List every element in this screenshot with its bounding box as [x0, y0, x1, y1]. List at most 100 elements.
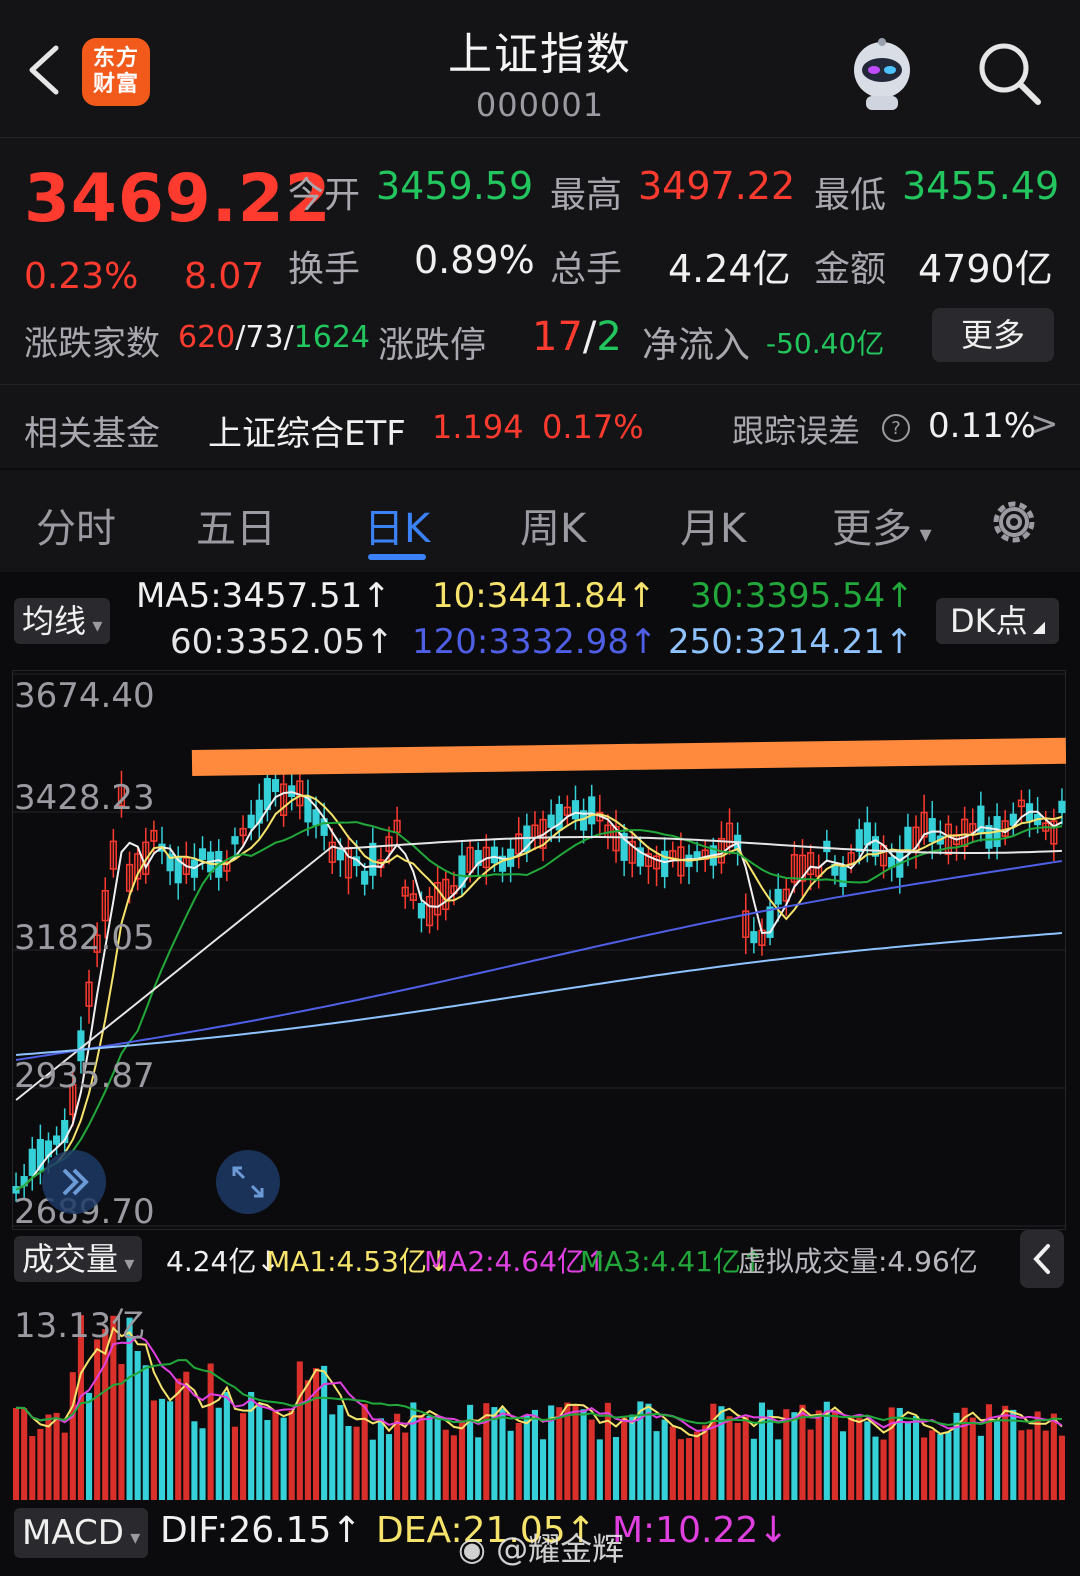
volume-bar — [596, 1439, 603, 1500]
volume-bar — [53, 1412, 60, 1500]
candle — [490, 846, 498, 864]
volume-bar — [394, 1413, 401, 1500]
volume-bar — [442, 1429, 449, 1500]
netflow-value: -50.40亿 — [766, 327, 885, 360]
candle — [588, 796, 596, 825]
chevron-left-icon[interactable] — [1020, 1230, 1064, 1288]
volume-bar — [296, 1361, 303, 1500]
volume-bar — [475, 1437, 482, 1500]
ma-selector[interactable]: 均线 ▾ — [14, 598, 111, 644]
volume-axis-max: 13.13亿 — [14, 1306, 146, 1346]
macd-selector[interactable]: MACD ▾ — [14, 1508, 149, 1558]
chevron-right-icon[interactable]: > — [1030, 404, 1059, 444]
volume-bar — [1042, 1430, 1049, 1500]
volume-bar — [661, 1419, 668, 1500]
dk-point-button[interactable]: DK点 ◢ — [936, 598, 1060, 644]
volume-bar — [37, 1428, 44, 1500]
volume-bar — [1050, 1413, 1057, 1500]
divider — [0, 384, 1080, 385]
fund-name[interactable]: 上证综合ETF — [208, 406, 406, 455]
volume-bar — [904, 1421, 911, 1500]
volume-bar — [150, 1400, 157, 1500]
volume-bar — [377, 1418, 384, 1500]
volume-bar — [1010, 1409, 1017, 1500]
candle — [198, 848, 207, 861]
ma30-value: 30:3395.54↑ — [690, 576, 914, 616]
amount-value: 4790亿 — [918, 247, 1053, 291]
volume-selector[interactable]: 成交量 ▾ — [14, 1236, 143, 1282]
volume-bar — [491, 1407, 498, 1500]
volume-bar — [791, 1412, 798, 1500]
tab-daily-k[interactable]: 日K — [364, 496, 430, 554]
tab-five-day[interactable]: 五日 — [196, 496, 276, 554]
turnover-label: 换手 — [288, 249, 361, 290]
candle — [904, 826, 912, 852]
ma5-value: MA5:3457.51↑ — [136, 576, 391, 616]
volume-bar — [685, 1438, 693, 1500]
volume-bar — [540, 1439, 547, 1500]
period-tabs: 分时 五日 日K 周K 月K 更多 ▾ — [0, 470, 1080, 572]
tab-monthly-k[interactable]: 月K — [680, 496, 746, 554]
svg-text:?: ? — [891, 418, 901, 439]
volume-bar — [369, 1439, 376, 1500]
tab-more[interactable]: 更多 ▾ — [832, 496, 932, 554]
help-icon[interactable]: ? — [880, 412, 912, 444]
quote-panel: 3469.22 0.23% 8.07 今开 3459.59 最高 3497.22… — [0, 138, 1080, 468]
netflow-label: 净流入 — [642, 325, 751, 366]
candle — [336, 849, 344, 861]
volume-bar — [750, 1438, 757, 1500]
volume-bar — [588, 1419, 595, 1500]
volume-bar — [280, 1417, 287, 1500]
volume-bar — [880, 1439, 887, 1500]
volume-bar — [21, 1408, 28, 1500]
limit-values: 17/2 — [532, 314, 622, 360]
candle — [855, 829, 863, 853]
volume-bar — [694, 1431, 701, 1500]
expand-icon[interactable] — [214, 1148, 282, 1216]
tab-weekly-k[interactable]: 周K — [520, 496, 586, 554]
candle — [823, 840, 831, 853]
volume-bar — [612, 1437, 620, 1500]
volume-bar — [969, 1417, 976, 1500]
search-icon[interactable] — [974, 38, 1044, 108]
volume-bar — [337, 1405, 344, 1500]
high-label: 最高 — [550, 175, 623, 216]
volume-bar — [1058, 1435, 1065, 1500]
volume-bar — [629, 1414, 636, 1500]
breadth-label: 涨跌家数 — [24, 324, 160, 364]
volume-label: 总手 — [550, 249, 623, 290]
volume-bar — [945, 1431, 952, 1500]
volume-bar — [929, 1430, 936, 1500]
tracking-value[interactable]: 0.11% — [928, 406, 1036, 446]
volume-bar — [531, 1409, 538, 1500]
volume-bar — [345, 1425, 352, 1500]
volume-bar — [734, 1422, 741, 1500]
gear-icon[interactable] — [986, 494, 1042, 550]
volume-bar — [215, 1407, 222, 1500]
price-axis-label: 3428.23 — [14, 778, 155, 818]
volume-bar — [450, 1435, 457, 1500]
candle — [361, 870, 369, 885]
change-percent: 0.23% — [24, 256, 139, 297]
more-button[interactable]: 更多 — [932, 308, 1054, 362]
volume-chart[interactable] — [12, 1290, 1066, 1500]
volume-bar — [621, 1416, 628, 1500]
volume-bar — [831, 1410, 838, 1500]
turnover-value: 0.89% — [414, 238, 535, 282]
candle — [417, 903, 426, 919]
volume-bar — [775, 1439, 782, 1500]
tab-intraday[interactable]: 分时 — [36, 496, 116, 554]
volume-bar — [937, 1433, 944, 1500]
candle — [863, 822, 871, 846]
volume-bar — [864, 1421, 871, 1500]
scroll-left-icon[interactable] — [40, 1148, 108, 1216]
robot-assistant-icon[interactable] — [842, 34, 922, 114]
volume-bar — [872, 1436, 879, 1500]
volume-bar — [961, 1407, 968, 1500]
volume-bar — [29, 1436, 36, 1500]
volume-bar — [604, 1402, 611, 1500]
change-amount: 8.07 — [184, 256, 265, 297]
volume-bar — [13, 1407, 20, 1500]
candle — [928, 818, 936, 843]
kline-chart[interactable] — [12, 670, 1066, 1230]
